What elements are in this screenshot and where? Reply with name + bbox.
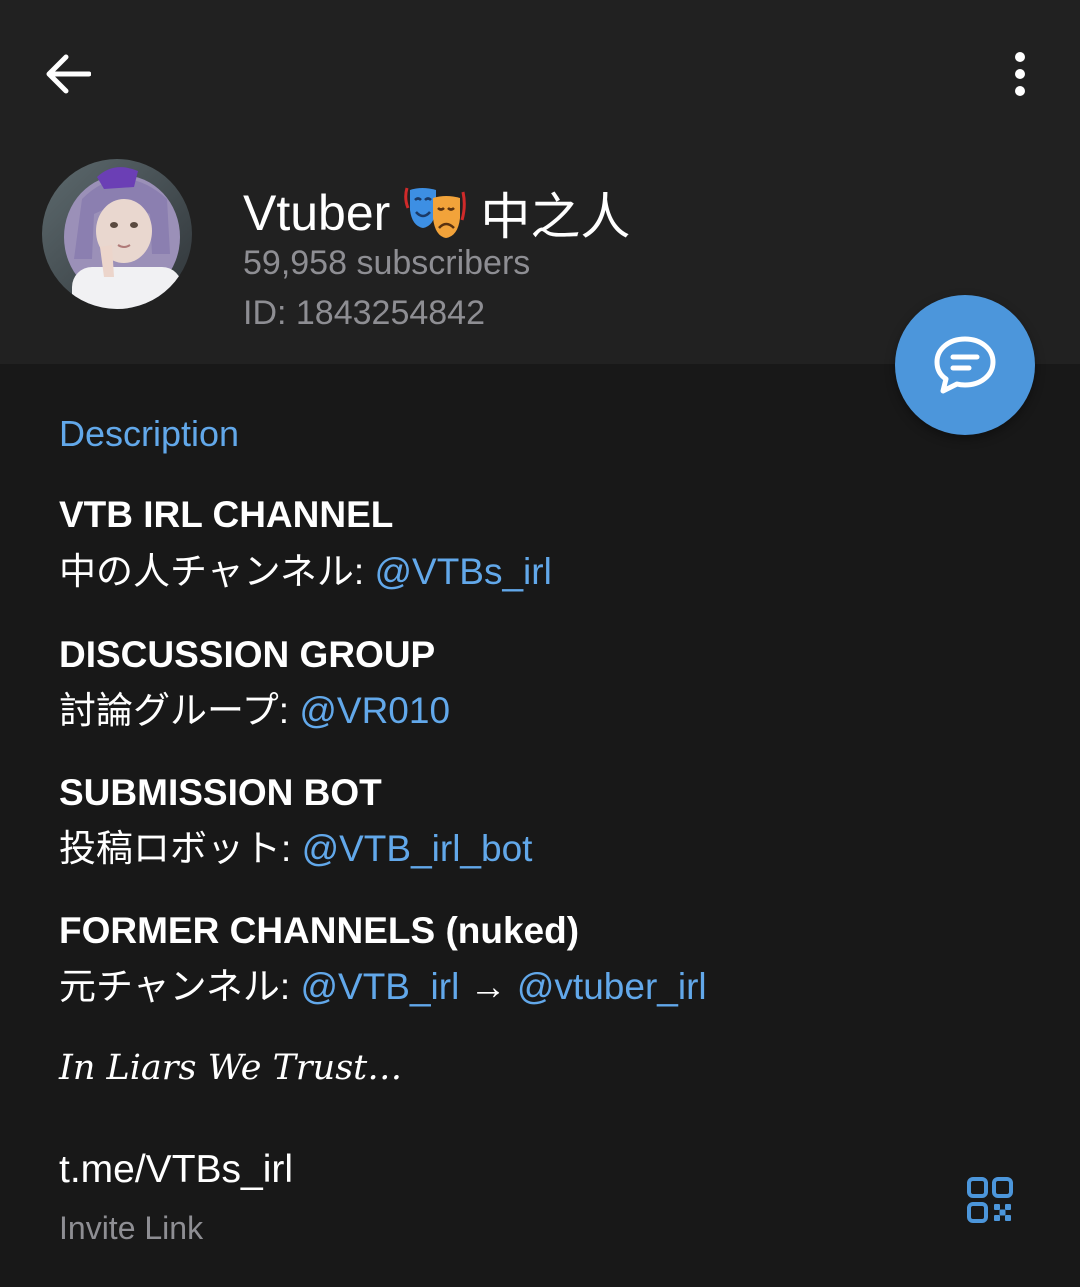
more-vertical-icon bbox=[1015, 52, 1025, 96]
desc-heading-discussion-group: DISCUSSION GROUP bbox=[59, 634, 436, 675]
channel-motto: In Liars We Trust… bbox=[59, 1048, 403, 1088]
avatar-image bbox=[42, 159, 192, 309]
channel-header: Vtuber 中之人 59,958 subscribers ID: 184325… bbox=[0, 0, 1080, 364]
former-channels-heading: FORMER CHANNELS bbox=[59, 910, 436, 951]
performing-arts-masks-icon bbox=[404, 184, 467, 242]
desc-line-submission-bot: 投稿ロボット: @VTB_irl_bot bbox=[59, 818, 532, 872]
link-vtuber-irl[interactable]: @vtuber_irl bbox=[517, 966, 707, 1007]
link-vr010[interactable]: @VR010 bbox=[299, 690, 450, 731]
subscriber-count: 59,958 subscribers bbox=[243, 244, 531, 282]
desc-line-label: 元チャンネル: bbox=[59, 966, 301, 1007]
qr-code-button[interactable] bbox=[960, 1170, 1020, 1230]
open-chat-button[interactable] bbox=[895, 295, 1035, 435]
qr-code-icon bbox=[967, 1177, 1013, 1223]
channel-title: Vtuber 中之人 bbox=[243, 180, 630, 246]
invite-link-caption: Invite Link bbox=[59, 1210, 204, 1246]
arrow-left-icon bbox=[46, 54, 91, 94]
invite-link[interactable]: t.me/VTBs_irl bbox=[59, 1148, 293, 1192]
desc-heading-irl-channel: VTB IRL CHANNEL bbox=[59, 494, 394, 535]
desc-line-label: 中の人チャンネル: bbox=[59, 551, 375, 592]
desc-line-former-channels: 元チャンネル: @VTB_irl → @vtuber_irl bbox=[59, 956, 707, 1010]
more-options-button[interactable] bbox=[990, 40, 1050, 108]
arrow-right-text: → bbox=[459, 966, 517, 1007]
desc-heading-former-channels: FORMER CHANNELS (nuked) bbox=[59, 910, 579, 952]
desc-heading-submission-bot: SUBMISSION BOT bbox=[59, 772, 382, 813]
channel-name-prefix: Vtuber bbox=[243, 185, 391, 241]
back-button[interactable] bbox=[30, 40, 106, 108]
link-vtbs-irl[interactable]: @VTBs_irl bbox=[374, 551, 551, 592]
description-label: Description bbox=[59, 413, 240, 454]
desc-line-irl-channel: 中の人チャンネル: @VTBs_irl bbox=[59, 541, 552, 595]
channel-avatar[interactable] bbox=[42, 159, 192, 309]
channel-id: ID: 1843254842 bbox=[243, 294, 485, 332]
desc-line-label: 投稿ロボット: bbox=[59, 828, 302, 869]
nuked-note: (nuked) bbox=[435, 910, 580, 951]
channel-name-suffix: 中之人 bbox=[480, 189, 631, 245]
link-vtb-irl-bot[interactable]: @VTB_irl_bot bbox=[302, 828, 533, 869]
link-vtb-irl[interactable]: @VTB_irl bbox=[300, 966, 459, 1007]
channel-info-screen: Vtuber 中之人 59,958 subscribers ID: 184325… bbox=[0, 0, 1080, 1287]
chat-bubble-icon bbox=[934, 336, 996, 394]
desc-line-label: 討論グループ: bbox=[59, 690, 300, 731]
desc-line-discussion-group: 討論グループ: @VR010 bbox=[59, 680, 450, 734]
